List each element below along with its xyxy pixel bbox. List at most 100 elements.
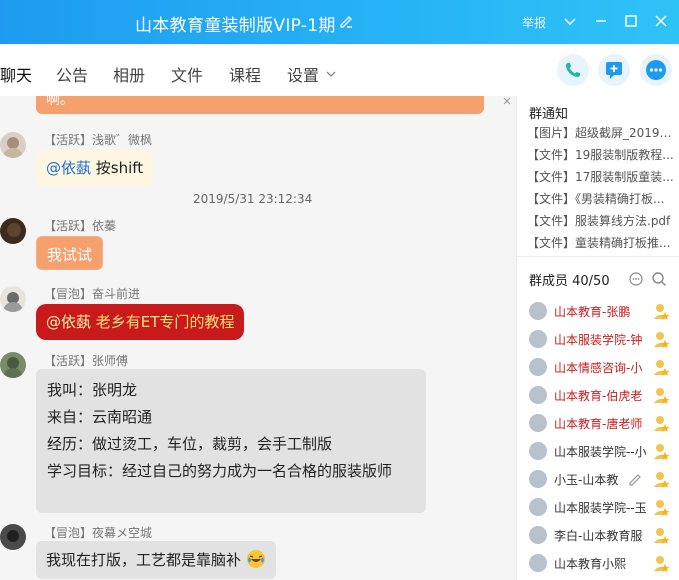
message-line: 学习目标：经过自己的努力成为一名合格的服装版师 bbox=[47, 462, 393, 480]
chat-area[interactable]: 啊。 【活跃】浅歌゛微枫 @依蓺 按shift 2019/5/31 23:12:… bbox=[0, 96, 516, 580]
phone-icon bbox=[566, 63, 580, 77]
member-name: 李白-山本教育服 bbox=[554, 529, 643, 543]
tab-settings[interactable]: 设置 bbox=[287, 62, 319, 86]
message-line: 经历：做过烫工，车位，裁剪，会手工制版 bbox=[47, 435, 333, 453]
group-notice-title: 群通知 bbox=[529, 107, 569, 122]
tab-files[interactable]: 文件 bbox=[171, 62, 203, 86]
message-text: 啊。 bbox=[46, 96, 74, 108]
message-text: 我现在打版，工艺都是靠脑补 bbox=[46, 551, 242, 569]
notice-item[interactable]: 【文件】服装算线方法.pdf bbox=[527, 212, 675, 229]
avatar bbox=[529, 358, 547, 376]
mention[interactable]: @依蓺 bbox=[46, 313, 91, 331]
message-text: 按shift bbox=[95, 159, 144, 177]
admin-badge-icon bbox=[654, 528, 670, 544]
message-timestamp: 2019/5/31 23:12:34 bbox=[193, 192, 313, 206]
mention[interactable]: @依蓺 bbox=[46, 159, 91, 177]
members-title: 群成员 40/50 bbox=[529, 274, 610, 289]
notice-item[interactable]: 【文件】《男装精确打板... bbox=[527, 190, 675, 207]
share-icon bbox=[606, 62, 622, 79]
tab-announcement[interactable]: 公告 bbox=[56, 62, 88, 86]
member-name: 山本教育-张鹏 bbox=[554, 305, 631, 319]
avatar bbox=[529, 414, 547, 432]
member-item[interactable]: 山本服装学院-钟 bbox=[529, 329, 677, 351]
message-text: 老乡有ET专门的教程 bbox=[95, 313, 235, 331]
admin-badge-icon bbox=[654, 416, 670, 432]
avatar bbox=[529, 330, 547, 348]
chevron-down-icon[interactable] bbox=[325, 68, 337, 80]
tab-album[interactable]: 相册 bbox=[113, 62, 145, 86]
member-name: 山本教育-唐老师 bbox=[554, 417, 643, 431]
member-item[interactable]: 山本教育-伯虎老 bbox=[529, 385, 677, 407]
message-bubble: 我试试 bbox=[36, 236, 104, 270]
avatar bbox=[529, 470, 547, 488]
message-bubble: @依蓺 老乡有ET专门的教程 bbox=[36, 304, 245, 340]
admin-badge-icon bbox=[654, 360, 670, 376]
sender-name[interactable]: 【冒泡】夜幕メ空城 bbox=[44, 524, 152, 541]
message-bubble: 我现在打版，工艺都是靠脑补 bbox=[36, 541, 276, 579]
member-name: 山本情感咨询-小 bbox=[554, 361, 643, 375]
admin-badge-icon bbox=[654, 500, 670, 516]
avatar[interactable] bbox=[0, 132, 26, 158]
side-panel: 群通知 【图片】超级截屏_20190... 【文件】19服装制版教程... 【文… bbox=[516, 96, 679, 580]
avatar[interactable] bbox=[0, 286, 26, 312]
member-item[interactable]: 山本情感咨询-小 bbox=[529, 357, 677, 379]
close-icon[interactable] bbox=[652, 12, 670, 30]
avatar[interactable] bbox=[0, 352, 26, 378]
member-name: 山本服装学院--小 bbox=[554, 445, 646, 459]
avatar bbox=[529, 302, 547, 320]
report-button[interactable]: 举报 bbox=[522, 14, 546, 31]
title-bar: 山本教育童装制版VIP-1期 举报 bbox=[0, 0, 679, 44]
avatar[interactable] bbox=[0, 524, 26, 550]
window-title: 山本教育童装制版VIP-1期 bbox=[135, 16, 336, 36]
tab-courses[interactable]: 课程 bbox=[229, 62, 261, 86]
edit-icon[interactable] bbox=[627, 471, 643, 487]
member-name: 山本服装学院-钟 bbox=[554, 333, 643, 347]
admin-badge-icon bbox=[654, 472, 670, 488]
member-name: 山本教育小熙 bbox=[554, 557, 627, 571]
message-line: 我叫：张明龙 bbox=[47, 381, 138, 399]
minimize-icon[interactable] bbox=[592, 12, 610, 30]
sender-name[interactable]: 【活跃】依蓁 bbox=[44, 217, 116, 234]
member-name: 山本服装学院--玉 bbox=[554, 501, 646, 515]
close-icon[interactable] bbox=[502, 96, 512, 106]
message-bubble: @依蓺 按shift bbox=[36, 150, 154, 186]
sender-name[interactable]: 【活跃】浅歌゛微枫 bbox=[44, 131, 152, 148]
message-text: 我试试 bbox=[47, 246, 93, 264]
member-item[interactable]: 山本服装学院--小 bbox=[529, 441, 677, 463]
message-bubble: 我叫：张明龙 来自：云南昭通 经历：做过烫工，车位，裁剪，会手工制版 学习目标：… bbox=[36, 369, 426, 513]
sender-name[interactable]: 【冒泡】奋斗前进 bbox=[44, 285, 140, 302]
member-item[interactable]: 小玉-山本教 bbox=[529, 469, 677, 491]
admin-badge-icon bbox=[654, 556, 670, 572]
call-button[interactable] bbox=[557, 54, 589, 86]
divider bbox=[517, 256, 679, 257]
sender-name[interactable]: 【活跃】张师傅 bbox=[44, 352, 128, 369]
member-item[interactable]: 李白-山本教育服 bbox=[529, 525, 677, 547]
avatar[interactable] bbox=[0, 218, 26, 244]
admin-badge-icon bbox=[654, 444, 670, 460]
member-item[interactable]: 山本教育小熙 bbox=[529, 553, 677, 575]
message-bubble: 啊。 bbox=[36, 96, 484, 114]
notice-item[interactable]: 【文件】童装精确打板推... bbox=[527, 234, 675, 251]
more-icon bbox=[646, 60, 666, 80]
member-item[interactable]: 山本服装学院--玉 bbox=[529, 497, 677, 519]
notice-item[interactable]: 【文件】17服装制版童装... bbox=[527, 168, 675, 185]
edit-icon[interactable] bbox=[338, 13, 354, 29]
admin-badge-icon bbox=[654, 388, 670, 404]
tab-chat[interactable]: 聊天 bbox=[0, 62, 32, 98]
share-screen-button[interactable] bbox=[598, 54, 630, 86]
admin-badge-icon bbox=[654, 332, 670, 348]
admin-badge-icon bbox=[654, 304, 670, 320]
notice-item[interactable]: 【文件】19服装制版教程... bbox=[527, 146, 675, 163]
maximize-icon[interactable] bbox=[622, 12, 640, 30]
avatar bbox=[529, 498, 547, 516]
group-chat-icon[interactable] bbox=[628, 271, 644, 287]
more-button[interactable] bbox=[640, 54, 672, 86]
chevron-down-icon[interactable] bbox=[561, 12, 579, 30]
member-item[interactable]: 山本教育-张鹏 bbox=[529, 301, 677, 323]
search-icon[interactable] bbox=[651, 271, 667, 287]
member-item[interactable]: 山本教育-唐老师 bbox=[529, 413, 677, 435]
member-name: 山本教育-伯虎老 bbox=[554, 389, 643, 403]
avatar bbox=[529, 554, 547, 572]
notice-item[interactable]: 【图片】超级截屏_20190... bbox=[527, 124, 675, 141]
avatar bbox=[529, 526, 547, 544]
